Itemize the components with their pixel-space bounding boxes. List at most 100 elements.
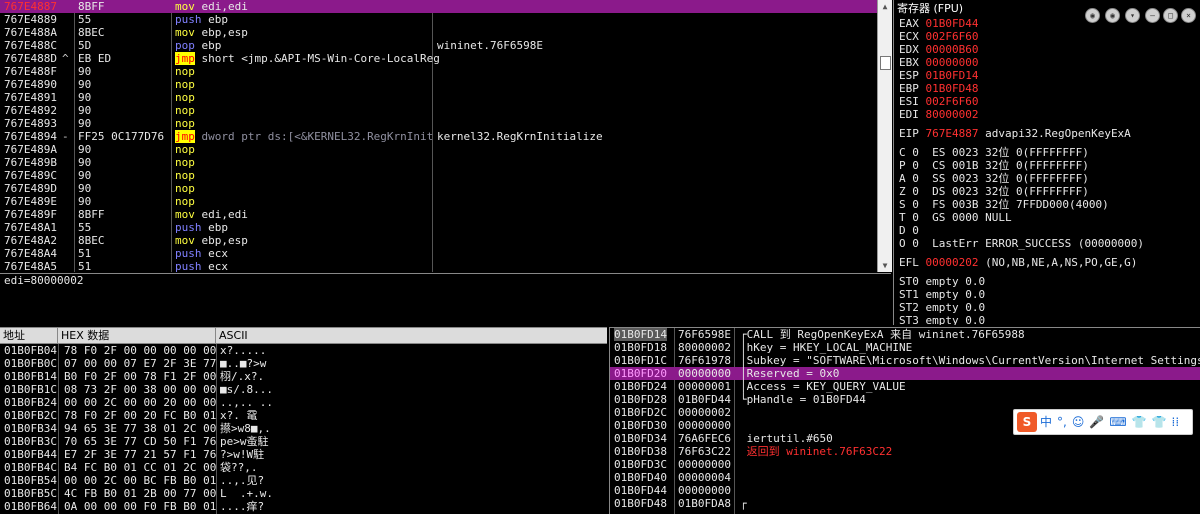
disasm-row[interactable]: 767E4889 55 push ebp (0, 13, 877, 26)
stack-row[interactable]: 01B0FD3C 00000000 (610, 458, 1200, 471)
disasm-row[interactable]: 767E4894- FF25 0C177D76 jmp dword ptr ds:[… (0, 130, 877, 143)
memory-dump-pane[interactable]: 地址 HEX 数据 ASCII 01B0FB04 78 F0 2F 00 00 00 … (0, 327, 607, 514)
dump-row[interactable]: 01B0FB24 00 00 2C 00 00 20 00 00..,.. .. (0, 396, 607, 409)
dump-row[interactable]: 01B0FB4C B4 FC B0 01 CC 01 2C 00 袋??,. (0, 461, 607, 474)
disasm-row[interactable]: 767E48A4 51 push ecx (0, 247, 877, 260)
maximize-icon[interactable]: □ (1163, 8, 1178, 23)
disasm-row[interactable]: 767E4893 90 nop (0, 117, 877, 130)
dump-row[interactable]: 01B0FB0C 07 00 00 07 E7 2F 3E 77 ■..■?>w (0, 357, 607, 370)
stack-row[interactable]: 01B0FD48 01B0FDA8 ┌ (610, 497, 1200, 510)
stack-row[interactable]: 01B0FD20 00000000 │Reserved = 0x0 (610, 367, 1200, 380)
disasm-row[interactable]: 767E4890 90 nop (0, 78, 877, 91)
eip-register[interactable]: EIP 767E4887 advapi32.RegOpenKeyExA (894, 127, 1200, 140)
disasm-row[interactable]: 767E489B 90 nop (0, 156, 877, 169)
disasm-row[interactable]: 767E488A 8BEC mov ebp,esp (0, 26, 877, 39)
instruction-mnemonic: mov (175, 208, 195, 221)
register-row[interactable]: ESP 01B0FD14 (894, 69, 1200, 82)
dump-row[interactable]: 01B0FB1C 08 73 2F 00 38 00 00 00 ■s/.8... (0, 383, 607, 396)
dump-row[interactable]: 01B0FB04 78 F0 2F 00 00 00 00 00 x?..... (0, 344, 607, 357)
dump-header-ascii[interactable]: ASCII (216, 328, 306, 343)
disasm-row[interactable]: 767E48A5 51 push ecx (0, 260, 877, 272)
register-row[interactable]: EDX 00000B60 (894, 43, 1200, 56)
disasm-row[interactable]: 767E489C 90 nop (0, 169, 877, 182)
scroll-up-icon[interactable]: ▲ (878, 0, 892, 13)
dump-row[interactable]: 01B0FB34 94 65 3E 77 38 01 2C 00 攃>w8■,. (0, 422, 607, 435)
dump-row[interactable]: 01B0FB3C 70 65 3E 77 CD 50 F1 76 pe>w蚉駐 (0, 435, 607, 448)
fpu-register-row[interactable]: ST1 empty 0.0 (894, 288, 1200, 301)
dump-row[interactable]: 01B0FB14 B0 F0 2F 00 78 F1 2F 00 栩/.x?. (0, 370, 607, 383)
stack-comment (740, 406, 747, 419)
stack-row[interactable]: 01B0FD40 00000004 (610, 471, 1200, 484)
register-row[interactable]: EBX 00000000 (894, 56, 1200, 69)
microphone-icon[interactable]: 🎤 (1089, 410, 1104, 434)
minimize-icon[interactable]: – (1145, 8, 1160, 23)
flag-row[interactable]: P 0 CS 001B 32位 0(FFFFFFFF) (894, 159, 1200, 172)
stack-row[interactable]: 01B0FD38 76F63C22 返回到 wininet.76F63C22 (610, 445, 1200, 458)
keyboard-icon[interactable]: ⌨ (1109, 410, 1126, 434)
register-row[interactable]: EBP 01B0FD48 (894, 82, 1200, 95)
instruction-bytes: 8BFF (78, 208, 105, 221)
flag-row[interactable]: Z 0 DS 0023 32位 0(FFFFFFFF) (894, 185, 1200, 198)
dump-row[interactable]: 01B0FB5C 4C FB B0 01 2B 00 77 00 L .+.w. (0, 487, 607, 500)
stack-row[interactable]: 01B0FD44 00000000 (610, 484, 1200, 497)
disasm-row[interactable]: 767E488D ^ EB ED jmp short <jmp.&API-MS-Win… (0, 52, 877, 65)
dump-header-hex[interactable]: HEX 数据 (58, 328, 216, 343)
punctuation-icon[interactable]: °, (1057, 410, 1067, 434)
stack-row[interactable]: 01B0FD1C 76F61978 │Subkey = "SOFTWARE\Micr… (610, 354, 1200, 367)
dump-rows: 01B0FB04 78 F0 2F 00 00 00 00 00 x?..... 01… (0, 344, 607, 513)
disasm-row[interactable]: 767E489D 90 nop (0, 182, 877, 195)
disassembly-scrollbar[interactable]: ▲ ▼ (877, 0, 892, 272)
disasm-row[interactable]: 767E489F 8BFF mov edi,edi (0, 208, 877, 221)
flag-row[interactable]: S 0 FS 003B 32位 7FFDD000(4000) (894, 198, 1200, 211)
disasm-row[interactable]: 767E48A1 55 push ebp (0, 221, 877, 234)
scroll-down-icon[interactable]: ▼ (878, 259, 892, 272)
registers-pane[interactable]: 寄存器 (FPU) ◉ ◉ ▾ – □ × EAX 01B0FD44 ECX 00… (893, 0, 1200, 325)
fpu-register-row[interactable]: ST0 empty 0.0 (894, 275, 1200, 288)
dump-row[interactable]: 01B0FB64 0A 00 00 00 F0 FB B0 01 ....痒? (0, 500, 607, 513)
emoji-icon[interactable]: ☺ (1072, 410, 1085, 434)
register-row[interactable]: EDI 80000002 (894, 108, 1200, 121)
toolbox-icon[interactable]: ⁞⁞ (1172, 410, 1180, 434)
efl-register[interactable]: EFL 00000202 (NO,NB,NE,A,NS,PO,GE,G) (894, 256, 1200, 269)
segment-info: DS 0023 32位 0(FFFFFFFF) (932, 185, 1089, 198)
skin-icon[interactable]: 👕 (1132, 410, 1147, 434)
shirt-icon[interactable]: 👕 (1152, 410, 1167, 434)
register-row[interactable]: ESI 002F6F60 (894, 95, 1200, 108)
dump-row[interactable]: 01B0FB44 E7 2F 3E 77 21 57 F1 76 ?>w!W駐 (0, 448, 607, 461)
shirt-icon[interactable]: ▾ (1125, 8, 1140, 23)
stack-row[interactable]: 01B0FD18 80000002 │hKey = HKEY_LOCAL_MACHI… (610, 341, 1200, 354)
dump-row[interactable]: 01B0FB2C 78 F0 2F 00 20 FC B0 01 x?. 鼋 (0, 409, 607, 422)
dump-row[interactable]: 01B0FB54 00 00 2C 00 BC FB B0 01 ..,.见? (0, 474, 607, 487)
dump-hex-bytes: 70 65 3E 77 CD 50 F1 76 (64, 435, 217, 448)
info-pane[interactable]: edi=80000002 (0, 273, 891, 326)
disasm-row[interactable]: 767E4891 90 nop (0, 91, 877, 104)
comment-icon[interactable]: ◉ (1085, 8, 1100, 23)
disasm-row[interactable]: 767E489E 90 nop (0, 195, 877, 208)
flag-row[interactable]: D 0 (894, 224, 1200, 237)
skin-icon[interactable]: ◉ (1105, 8, 1120, 23)
flag-row[interactable]: A 0 SS 0023 32位 0(FFFFFFFF) (894, 172, 1200, 185)
disasm-row[interactable]: 767E4887 8BFF mov edi,edi (0, 0, 877, 13)
disasm-row[interactable]: 767E4892 90 nop (0, 104, 877, 117)
chinese-mode-icon[interactable]: 中 (1040, 410, 1052, 434)
stack-row[interactable]: 01B0FD14 76F6598E ┌CALL 到 RegOpenKeyExA 来自… (610, 328, 1200, 341)
stack-comment: └pHandle = 01B0FD44 (740, 393, 866, 406)
sogou-logo-icon[interactable]: S (1017, 412, 1037, 432)
close-icon[interactable]: × (1181, 8, 1196, 23)
dump-header-address[interactable]: 地址 (0, 328, 58, 343)
scroll-thumb[interactable] (880, 56, 891, 70)
flag-row[interactable]: O 0 LastErr ERROR_SUCCESS (00000000) (894, 237, 1200, 250)
disasm-row[interactable]: 767E48A2 8BEC mov ebp,esp (0, 234, 877, 247)
disasm-row[interactable]: 767E489A 90 nop (0, 143, 877, 156)
fpu-register-row[interactable]: ST3 empty 0.0 (894, 314, 1200, 325)
fpu-register-row[interactable]: ST2 empty 0.0 (894, 301, 1200, 314)
disasm-row[interactable]: 767E488C 5D pop ebp wininet.76F6598E (0, 39, 877, 52)
ime-toolbar[interactable]: S 中 °, ☺ 🎤 ⌨ 👕 👕 ⁞⁞ (1013, 409, 1193, 435)
flag-row[interactable]: C 0 ES 0023 32位 0(FFFFFFFF) (894, 146, 1200, 159)
flag-row[interactable]: T 0 GS 0000 NULL (894, 211, 1200, 224)
register-row[interactable]: ECX 002F6F60 (894, 30, 1200, 43)
stack-row[interactable]: 01B0FD28 01B0FD44 └pHandle = 01B0FD44 (610, 393, 1200, 406)
disassembly-pane[interactable]: 767E4887 8BFF mov edi,edi 767E4889 55 push eb… (0, 0, 877, 272)
disasm-row[interactable]: 767E488F 90 nop (0, 65, 877, 78)
stack-row[interactable]: 01B0FD24 00000001 │Access = KEY_QUERY_VALU… (610, 380, 1200, 393)
